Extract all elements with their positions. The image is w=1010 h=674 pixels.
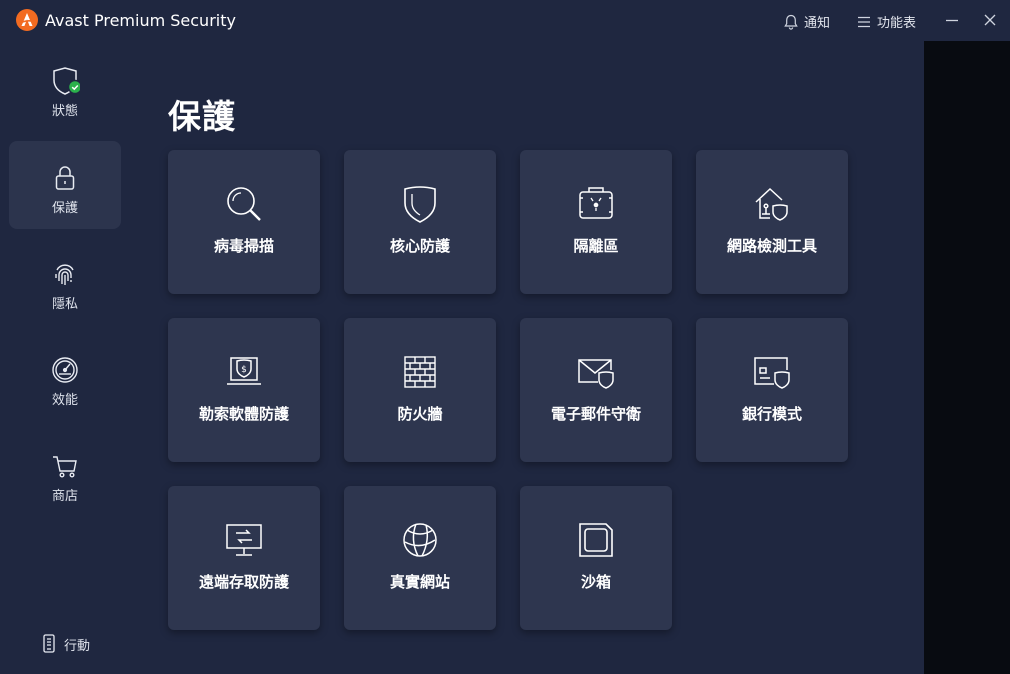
sidebar-item-status[interactable]: 狀態 — [9, 44, 121, 132]
app-title: Avast Premium Security — [45, 11, 236, 30]
tile-virus-scan[interactable]: 病毒掃描 — [168, 150, 320, 294]
page-title: 保護 — [168, 97, 236, 136]
notifications-button[interactable]: 通知 — [784, 12, 830, 31]
fingerprint-icon — [50, 259, 80, 289]
avast-logo-icon — [16, 9, 38, 31]
hamburger-icon — [857, 16, 871, 28]
sandbox-icon — [576, 520, 616, 560]
tile-quarantine[interactable]: 隔離區 — [520, 150, 672, 294]
shield-icon — [400, 184, 440, 224]
sidebar-item-label: 狀態 — [51, 104, 78, 119]
bell-icon — [784, 14, 798, 30]
tile-label: 銀行模式 — [741, 405, 802, 423]
remote-monitor-icon — [224, 520, 264, 560]
sidebar-item-store[interactable]: 商店 — [9, 429, 121, 517]
tile-bank-mode[interactable]: 銀行模式 — [696, 318, 848, 462]
home-network-shield-icon — [752, 184, 792, 224]
tile-label: 隔離區 — [573, 237, 619, 255]
title-bar: Avast Premium Security 通知 功能表 — [0, 0, 1010, 41]
mail-shield-icon — [576, 352, 616, 392]
tile-label: 真實網站 — [389, 573, 450, 591]
cart-icon — [50, 451, 80, 481]
tile-label: 勒索軟體防護 — [198, 405, 289, 423]
minimize-icon — [946, 19, 958, 22]
tile-label: 網路檢測工具 — [726, 237, 817, 255]
tile-real-site[interactable]: 真實網站 — [344, 486, 496, 630]
card-shield-icon — [752, 352, 792, 392]
app-window: Avast Premium Security 通知 功能表 狀態 保護 隱私 效… — [0, 0, 1010, 674]
tile-firewall[interactable]: 防火牆 — [344, 318, 496, 462]
tile-core-shields[interactable]: 核心防護 — [344, 150, 496, 294]
tile-label: 電子郵件守衛 — [550, 405, 641, 423]
close-button[interactable] — [982, 11, 998, 29]
sidebar-item-label: 隱私 — [51, 297, 78, 312]
lock-icon — [50, 163, 80, 193]
svg-text:$: $ — [241, 365, 247, 375]
tile-label: 遠端存取防護 — [198, 573, 289, 591]
sidebar-item-label: 商店 — [51, 489, 78, 504]
tile-network-inspector[interactable]: 網路檢測工具 — [696, 150, 848, 294]
tile-label: 沙箱 — [580, 573, 611, 591]
quarantine-icon — [576, 184, 616, 224]
speedometer-icon — [50, 355, 80, 385]
sidebar-item-label: 效能 — [51, 393, 78, 408]
tile-label: 病毒掃描 — [213, 237, 274, 255]
mobile-button[interactable]: 行動 — [42, 634, 90, 654]
close-icon — [984, 14, 996, 26]
sidebar-item-protection[interactable]: 保護 — [9, 141, 121, 229]
phone-icon — [42, 634, 56, 654]
ransomware-laptop-icon: $ — [224, 352, 264, 392]
mobile-label: 行動 — [64, 638, 91, 654]
shield-check-icon — [50, 66, 80, 96]
tile-label: 核心防護 — [389, 237, 450, 255]
menu-button[interactable]: 功能表 — [857, 12, 916, 31]
window-backdrop — [924, 41, 1010, 674]
sidebar-item-label: 保護 — [51, 201, 78, 216]
tile-email-guardian[interactable]: 電子郵件守衛 — [520, 318, 672, 462]
sidebar-item-performance[interactable]: 效能 — [9, 333, 121, 421]
menu-label: 功能表 — [877, 16, 917, 31]
globe-icon — [400, 520, 440, 560]
sidebar-item-privacy[interactable]: 隱私 — [9, 237, 121, 325]
magnifier-icon — [224, 184, 264, 224]
tile-ransomware-shield[interactable]: $ 勒索軟體防護 — [168, 318, 320, 462]
tile-remote-access-shield[interactable]: 遠端存取防護 — [168, 486, 320, 630]
tile-sandbox[interactable]: 沙箱 — [520, 486, 672, 630]
brick-wall-icon — [400, 352, 440, 392]
tile-label: 防火牆 — [397, 405, 443, 423]
notifications-label: 通知 — [804, 16, 831, 31]
minimize-button[interactable] — [944, 11, 960, 29]
